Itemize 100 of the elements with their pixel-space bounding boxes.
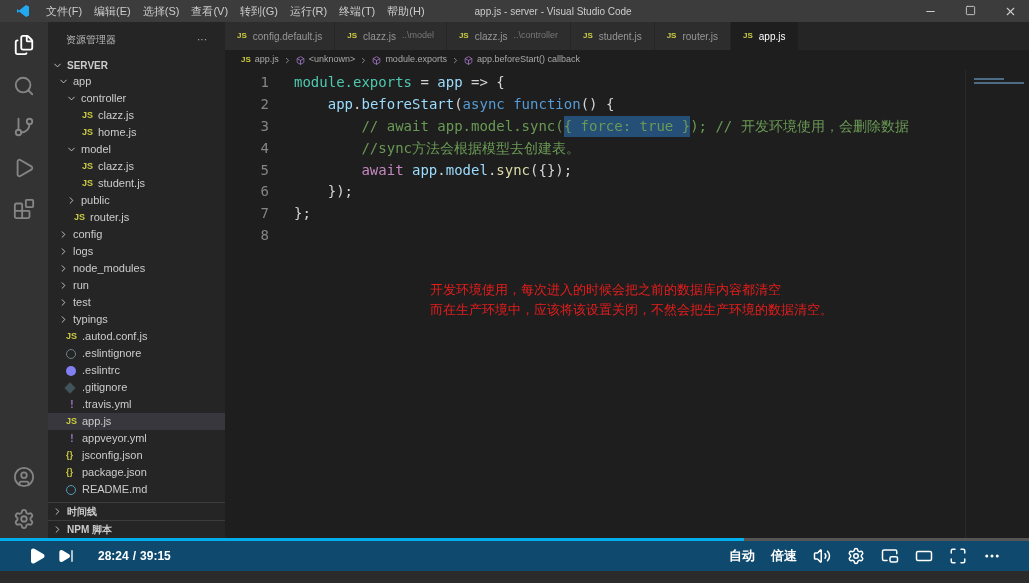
editor-tab[interactable]: JS clazz.js ..\model: [335, 22, 447, 50]
json-file-icon: {}: [66, 448, 78, 463]
line-number: 4: [259, 138, 270, 158]
code-comment: //sync方法会根据模型去创建表。: [360, 138, 580, 158]
tab-label: router.js: [682, 29, 718, 44]
breadcrumb-item[interactable]: <unknown>: [308, 53, 356, 67]
file-item[interactable]: .gitignore: [48, 379, 225, 396]
annotation-text: 而在生产环境中，应该将该设置关闭，不然会把生产环境的数据清空。: [430, 301, 834, 320]
branch-icon[interactable]: [13, 116, 35, 138]
play-icon[interactable]: [28, 547, 46, 565]
menu-item[interactable]: 转到(G): [240, 2, 278, 20]
file-item[interactable]: JS clazz.js: [48, 158, 225, 175]
files-icon[interactable]: [13, 34, 35, 56]
current-time: 28:24: [98, 548, 129, 565]
code-token: beforeStart: [361, 95, 455, 115]
time-separator: /: [132, 548, 137, 565]
breadcrumb-item[interactable]: module.exports: [385, 53, 447, 67]
editor-tab[interactable]: JS config.default.js: [225, 22, 336, 50]
folder-item[interactable]: config: [48, 226, 225, 243]
more-actions-button[interactable]: ···: [197, 32, 207, 47]
code-token: app: [437, 73, 463, 93]
menu-item[interactable]: 文件(F): [46, 2, 83, 20]
tab-label: student.js: [598, 29, 642, 44]
menu-item[interactable]: 终端(T): [339, 2, 376, 20]
code-token: module.exports: [294, 73, 412, 93]
file-item[interactable]: JS router.js: [48, 209, 225, 226]
editor-tab[interactable]: JS clazz.js ..\controller: [446, 22, 572, 50]
folder-item[interactable]: app: [48, 73, 225, 90]
js-file-icon: JS: [458, 30, 469, 42]
next-icon[interactable]: [58, 548, 74, 564]
menu-item[interactable]: 帮助(H): [387, 2, 425, 20]
line-number: 8: [259, 225, 270, 245]
js-file-icon: JS: [66, 329, 78, 344]
file-item[interactable]: JS .autod.conf.js: [48, 328, 225, 345]
fullscreen-icon[interactable]: [949, 547, 967, 565]
tab-label: app.js: [758, 29, 786, 44]
code-token: .: [437, 160, 446, 180]
file-item[interactable]: ! appveyor.yml: [48, 430, 225, 447]
js-file-icon: JS: [666, 30, 677, 42]
code-token: await: [360, 160, 404, 180]
code-token: model: [445, 160, 488, 180]
cube-icon: [372, 55, 382, 65]
editor-tab[interactable]: JS app.js: [731, 22, 799, 50]
file-item[interactable]: JS clazz.js: [48, 107, 225, 124]
js-file-icon: JS: [66, 414, 78, 429]
panel-section-header[interactable]: 时间线: [48, 502, 225, 520]
speed-button[interactable]: 倍速: [771, 546, 797, 566]
code-token: async function: [462, 95, 581, 115]
maximize-icon[interactable]: [965, 4, 976, 16]
line-number: 5: [259, 160, 270, 180]
tab-label: clazz.js: [363, 29, 396, 44]
line-number: 7: [259, 204, 270, 224]
line-number: 1: [259, 73, 270, 93]
folder-item[interactable]: public: [48, 192, 225, 209]
yaml-file-icon: !: [66, 397, 78, 412]
folder-item[interactable]: run: [48, 277, 225, 294]
root-folder-header[interactable]: SERVER: [48, 57, 225, 73]
breadcrumb-item[interactable]: app.js: [254, 53, 279, 67]
volume-icon[interactable]: [813, 547, 831, 565]
file-item[interactable]: JS app.js: [48, 413, 225, 430]
file-item[interactable]: README.md: [48, 481, 225, 498]
folder-item[interactable]: typings: [48, 311, 225, 328]
folder-item[interactable]: test: [48, 294, 225, 311]
chevron-right-icon: [52, 506, 63, 517]
code-token: .: [353, 95, 362, 115]
code-comment: ); // 开发环境使用，会删除数据: [690, 117, 909, 136]
cube-icon: [463, 55, 473, 65]
file-item[interactable]: .eslintignore: [48, 345, 225, 362]
folder-item[interactable]: logs: [48, 243, 225, 260]
editor-tab[interactable]: JS student.js: [571, 22, 655, 50]
tab-label: clazz.js: [474, 29, 508, 44]
editor-tab[interactable]: JS router.js: [654, 22, 731, 50]
menu-item[interactable]: 运行(R): [289, 2, 328, 20]
picture-in-picture-icon[interactable]: [881, 547, 899, 565]
quality-button[interactable]: 自动: [729, 546, 755, 566]
tab-label: config.default.js: [252, 29, 323, 44]
folder-item[interactable]: node_modules: [48, 260, 225, 277]
menu-item[interactable]: 编辑(E): [94, 2, 131, 20]
line-number: 3: [259, 117, 270, 136]
account-icon[interactable]: [13, 466, 35, 488]
file-item[interactable]: ! .travis.yml: [48, 396, 225, 413]
breadcrumb-item[interactable]: app.beforeStart() callback: [476, 53, 580, 67]
yaml-file-icon: !: [66, 431, 78, 446]
eslint-file-icon: [66, 365, 76, 376]
search-icon[interactable]: [13, 75, 35, 97]
code-token: (: [454, 95, 463, 115]
folder-item[interactable]: model: [48, 141, 225, 158]
folder-item[interactable]: controller: [48, 90, 225, 107]
file-item[interactable]: JS home.js: [48, 124, 225, 141]
file-item[interactable]: .eslintrc: [48, 362, 225, 379]
tab-description: ..\controller: [513, 29, 559, 43]
menu-item[interactable]: 查看(V): [191, 2, 229, 20]
extensions-icon[interactable]: [13, 198, 35, 220]
line-number: 6: [259, 182, 270, 202]
progress-track[interactable]: [0, 538, 1029, 541]
menu-item[interactable]: 选择(S): [142, 2, 180, 20]
window-title: app.js - server - Visual Studio Code: [474, 4, 632, 19]
file-item[interactable]: {} jsconfig.json: [48, 447, 225, 464]
file-item[interactable]: {} package.json: [48, 464, 225, 481]
file-item[interactable]: JS student.js: [48, 175, 225, 192]
